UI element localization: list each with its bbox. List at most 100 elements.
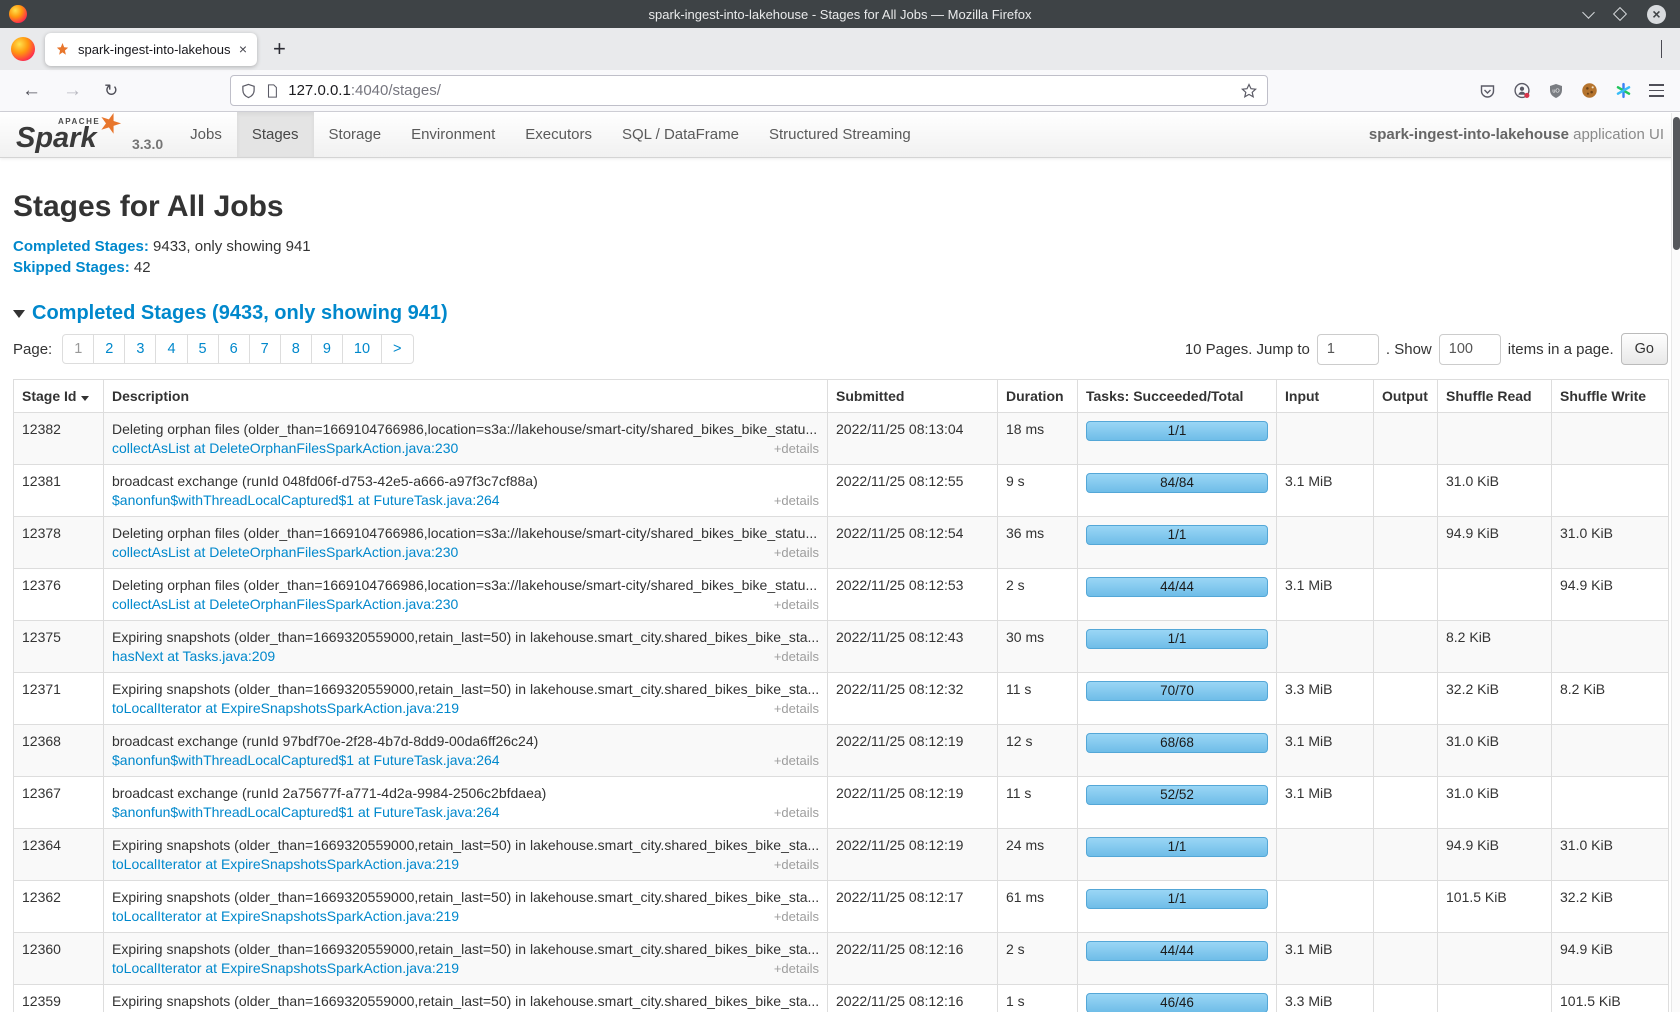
- sort-desc-icon: [81, 396, 89, 401]
- stage-detail-link[interactable]: $anonfun$withThreadLocalCaptured$1 at Fu…: [112, 752, 500, 768]
- submitted-cell: 2022/11/25 08:12:17: [828, 881, 998, 933]
- nav-item-structured-streaming[interactable]: Structured Streaming: [754, 112, 926, 157]
- input-cell: 3.1 MiB: [1277, 725, 1374, 777]
- completed-stages-section-heading[interactable]: Completed Stages (9433, only showing 941…: [13, 302, 1680, 325]
- details-toggle[interactable]: +details: [774, 649, 819, 664]
- go-button[interactable]: Go: [1621, 333, 1668, 365]
- stage-id-cell: 12371: [14, 673, 104, 725]
- page-button-3[interactable]: 3: [124, 334, 156, 364]
- account-extension-icon[interactable]: [1513, 82, 1531, 99]
- page-button-8[interactable]: 8: [280, 334, 312, 364]
- stage-detail-link[interactable]: toLocalIterator at ExpireSnapshotsSparkA…: [112, 856, 459, 872]
- url-bar[interactable]: 127.0.0.1:4040/stages/: [230, 75, 1268, 106]
- table-row: 12371 Expiring snapshots (older_than=166…: [14, 673, 1669, 725]
- reload-button[interactable]: ↻: [104, 81, 118, 101]
- page-button-5[interactable]: 5: [187, 334, 219, 364]
- application-suffix: application UI: [1569, 126, 1664, 143]
- skipped-stages-label: Skipped Stages:: [13, 259, 130, 276]
- details-toggle[interactable]: +details: [774, 857, 819, 872]
- stage-id-cell: 12367: [14, 777, 104, 829]
- column-header-tasks-succeeded-total[interactable]: Tasks: Succeeded/Total: [1078, 380, 1277, 413]
- table-row: 12364 Expiring snapshots (older_than=166…: [14, 829, 1669, 881]
- description-text: broadcast exchange (runId 97bdf70e-2f28-…: [112, 733, 819, 749]
- hamburger-menu-icon[interactable]: [1649, 84, 1664, 96]
- tasks-progress-bar: 46/46: [1086, 993, 1268, 1012]
- minimize-button[interactable]: [1582, 6, 1595, 19]
- stage-detail-link[interactable]: collectAsList at DeleteOrphanFilesSparkA…: [112, 596, 458, 612]
- new-tab-button[interactable]: +: [273, 38, 286, 60]
- details-toggle[interactable]: +details: [774, 701, 819, 716]
- stage-detail-link[interactable]: collectAsList at DeleteOrphanFilesSparkA…: [112, 440, 458, 456]
- details-toggle[interactable]: +details: [774, 493, 819, 508]
- tasks-cell: 46/46: [1078, 985, 1277, 1012]
- sync-asterisk-icon[interactable]: [1615, 82, 1632, 99]
- column-header-output[interactable]: Output: [1374, 380, 1438, 413]
- output-cell: [1374, 569, 1438, 621]
- stage-detail-link[interactable]: toLocalIterator at ExpireSnapshotsSparkA…: [112, 960, 459, 976]
- page-button-10[interactable]: 10: [342, 334, 382, 364]
- details-toggle[interactable]: +details: [774, 753, 819, 768]
- page-button-7[interactable]: 7: [249, 334, 281, 364]
- nav-item-stages[interactable]: Stages: [237, 112, 314, 157]
- next-page-button[interactable]: >: [381, 334, 413, 364]
- nav-item-executors[interactable]: Executors: [510, 112, 607, 157]
- page-button-4[interactable]: 4: [155, 334, 187, 364]
- stage-id-cell: 12381: [14, 465, 104, 517]
- column-header-input[interactable]: Input: [1277, 380, 1374, 413]
- stage-detail-link[interactable]: collectAsList at DeleteOrphanFilesSparkA…: [112, 544, 458, 560]
- page-info-icon[interactable]: [265, 83, 279, 99]
- browser-tab[interactable]: spark-ingest-into-lakehouse ×: [45, 33, 257, 66]
- cookie-icon[interactable]: [1581, 82, 1598, 99]
- bookmark-star-icon[interactable]: [1241, 83, 1257, 99]
- back-button[interactable]: ←: [22, 81, 41, 100]
- details-toggle[interactable]: +details: [774, 441, 819, 456]
- shuffle-write-cell: [1552, 621, 1669, 673]
- stage-detail-link[interactable]: toLocalIterator at ExpireSnapshotsSparkA…: [112, 700, 459, 716]
- nav-item-jobs[interactable]: Jobs: [175, 112, 237, 157]
- list-all-tabs-button[interactable]: [1661, 40, 1662, 58]
- tab-close-button[interactable]: ×: [239, 41, 247, 57]
- details-toggle[interactable]: +details: [774, 961, 819, 976]
- description-text: Deleting orphan files (older_than=166910…: [112, 421, 819, 437]
- column-header-shuffle-read[interactable]: Shuffle Read: [1438, 380, 1552, 413]
- column-header-description[interactable]: Description: [104, 380, 828, 413]
- details-toggle[interactable]: +details: [774, 597, 819, 612]
- spark-logo[interactable]: APACHE Spark ★: [14, 112, 132, 157]
- page-button-9[interactable]: 9: [311, 334, 343, 364]
- nav-item-environment[interactable]: Environment: [396, 112, 510, 157]
- output-cell: [1374, 933, 1438, 985]
- maximize-button[interactable]: [1613, 7, 1627, 21]
- column-header-stage-id[interactable]: Stage Id: [14, 380, 104, 413]
- items-per-page-input[interactable]: [1439, 334, 1501, 365]
- details-toggle[interactable]: +details: [774, 909, 819, 924]
- application-label: spark-ingest-into-lakehouse application …: [1369, 112, 1680, 157]
- nav-item-storage[interactable]: Storage: [314, 112, 397, 157]
- details-toggle[interactable]: +details: [774, 805, 819, 820]
- tracking-shield-icon[interactable]: [241, 83, 256, 99]
- tasks-progress-bar: 44/44: [1086, 941, 1268, 961]
- scrollbar-thumb[interactable]: [1673, 117, 1680, 250]
- stage-detail-link[interactable]: hasNext at Tasks.java:209: [112, 648, 275, 664]
- jump-to-page-input[interactable]: [1317, 334, 1379, 365]
- tasks-progress-bar: 84/84: [1086, 473, 1268, 493]
- shuffle-read-cell: 31.0 KiB: [1438, 725, 1552, 777]
- pocket-icon[interactable]: [1479, 83, 1496, 99]
- column-header-shuffle-write[interactable]: Shuffle Write: [1552, 380, 1669, 413]
- page-scrollbar[interactable]: [1671, 113, 1680, 1012]
- shuffle-read-cell: 8.2 KiB: [1438, 621, 1552, 673]
- url-text[interactable]: 127.0.0.1:4040/stages/: [288, 82, 1232, 99]
- stage-detail-link[interactable]: $anonfun$withThreadLocalCaptured$1 at Fu…: [112, 492, 500, 508]
- page-button-1[interactable]: 1: [62, 334, 94, 364]
- details-toggle[interactable]: +details: [774, 545, 819, 560]
- stage-detail-link[interactable]: $anonfun$withThreadLocalCaptured$1 at Fu…: [112, 804, 500, 820]
- forward-button[interactable]: →: [63, 81, 82, 100]
- nav-item-sql-dataframe[interactable]: SQL / DataFrame: [607, 112, 754, 157]
- column-header-duration[interactable]: Duration: [998, 380, 1078, 413]
- page-button-2[interactable]: 2: [93, 334, 125, 364]
- firefox-logo[interactable]: [11, 37, 35, 61]
- column-header-submitted[interactable]: Submitted: [828, 380, 998, 413]
- page-button-6[interactable]: 6: [218, 334, 250, 364]
- stage-detail-link[interactable]: toLocalIterator at ExpireSnapshotsSparkA…: [112, 908, 459, 924]
- ublock-shield-icon[interactable]: uO: [1548, 83, 1564, 99]
- close-button[interactable]: ×: [1647, 5, 1666, 24]
